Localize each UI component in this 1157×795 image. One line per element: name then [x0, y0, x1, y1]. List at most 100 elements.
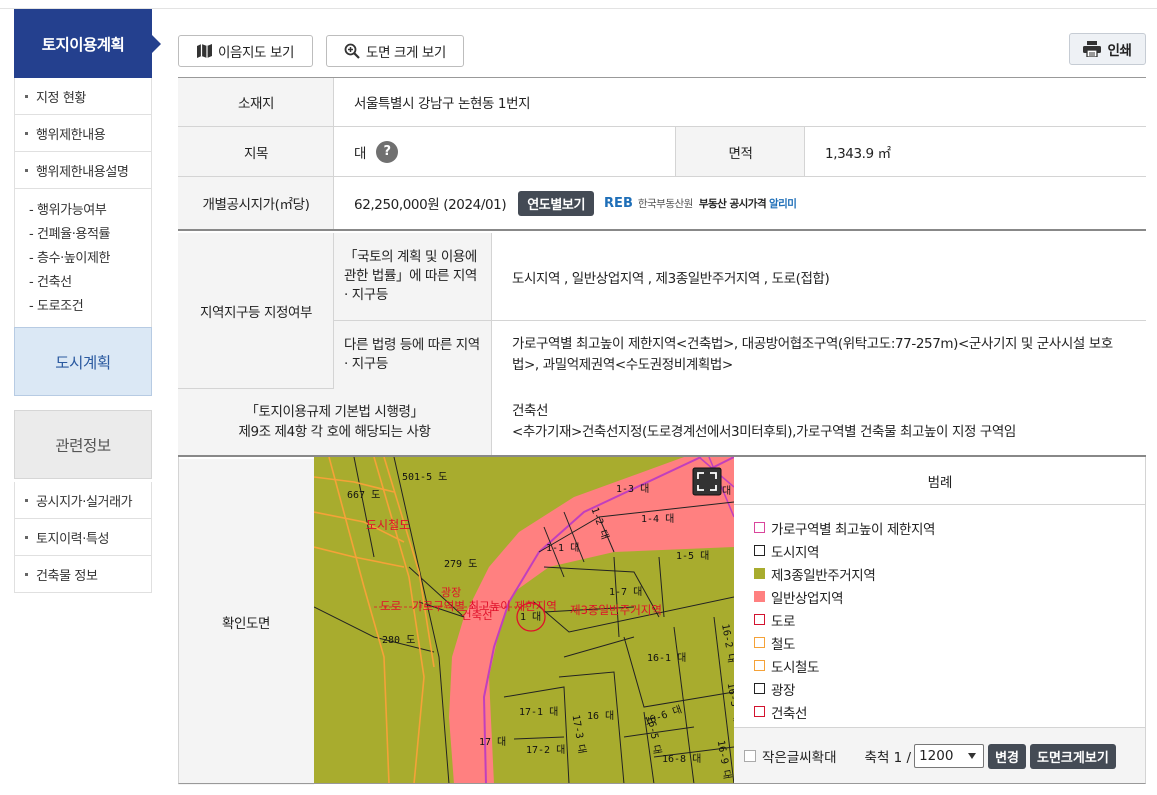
sidebar-item-label: 토지이력·특성 — [36, 528, 109, 547]
land-info-table: 소재지 서울특별시 강남구 논현동 1번지 지목 대 ? 면적 1,343.9 … — [178, 77, 1146, 78]
printer-icon — [1083, 41, 1101, 57]
scale-select[interactable]: 1200 — [914, 744, 984, 768]
map-view-button[interactable]: 이음지도 보기 — [178, 35, 313, 67]
legend-item-label: 도시지역 — [771, 541, 819, 561]
sidebar-urban-planning[interactable]: 도시계획 — [14, 327, 152, 396]
print-button[interactable]: 인쇄 — [1069, 33, 1146, 65]
submenu-item-road[interactable]: - 도로조건 — [29, 295, 151, 319]
location-value: 서울특별시 강남구 논현동 1번지 — [333, 78, 1146, 126]
regulation-header-line2: 제9조 제4항 각 호에 해당되는 사항 — [238, 422, 430, 442]
zone-header: 지역지구등 지정여부 — [178, 233, 334, 388]
regulation-value-line2: <추가기재>건축선지정(도로경계선에서3미터후퇴),가로구역별 건축물 최고높이… — [512, 422, 1016, 443]
legend-item: 가로구역별 최고높이 제한지역 — [754, 516, 1146, 539]
legend-item-label: 철도 — [771, 633, 795, 653]
jimok-header: 지목 — [178, 127, 334, 176]
map-label-dae: 대 — [722, 485, 731, 497]
location-header: 소재지 — [178, 78, 334, 126]
legend-list: 가로구역별 최고높이 제한지역도시지역제3종일반주거지역일반상업지역도로철도도시… — [734, 505, 1146, 723]
legend-swatch-icon — [754, 614, 765, 625]
zone-sub1-value: 도시지역 , 일반상업지역 , 제3종일반주거지역 , 도로(접합) — [491, 233, 1146, 321]
legend-swatch-icon — [754, 683, 765, 694]
sidebar-item-status[interactable]: 지정 현황 — [15, 78, 151, 115]
sidebar-title[interactable]: 토지이용계획 — [14, 9, 152, 78]
small-text-checkbox[interactable] — [744, 750, 756, 762]
reb-logo-link[interactable]: REB 한국부동산원 부동산 공시가격 알리미 — [604, 196, 796, 211]
map-label-1-1: 1-1 대 — [546, 542, 579, 554]
legend-item-label: 건축선 — [771, 702, 807, 722]
map-label-1-7: 1-7 대 — [609, 586, 642, 598]
sidebar-related-menu: 공시지가·실거래가 토지이력·특성 건축물 정보 — [14, 482, 152, 593]
submenu-item-building-line[interactable]: - 건축선 — [29, 271, 151, 295]
scale-label: 축척 1 / — [865, 746, 912, 766]
bullet-icon — [25, 169, 28, 172]
sidebar-item-land-price[interactable]: 공시지가·실거래가 — [15, 482, 151, 519]
small-text-label: 작은글씨확대 — [762, 746, 837, 766]
reb-name: 한국부동산원 — [638, 196, 693, 211]
legend-item-label: 제3종일반주거지역 — [771, 564, 875, 584]
help-icon[interactable]: ? — [376, 141, 398, 163]
view-large-map-button[interactable]: 도면크게보기 — [1030, 744, 1116, 769]
sidebar-menu: 지정 현황 행위제한내용 행위제한내용설명 — [14, 78, 152, 189]
cadastral-map[interactable]: 501-5 도 667 도 279 도 280 도 1-3 대 1-2 대 1-… — [314, 457, 734, 784]
submenu-item-height[interactable]: - 층수·높이제한 — [29, 247, 151, 271]
legend-item-label: 일반상업지역 — [771, 587, 843, 607]
price-header: 개별공시지가(㎡당) — [178, 177, 334, 229]
fullscreen-icon[interactable] — [693, 468, 721, 495]
legend-swatch-icon — [754, 637, 765, 648]
map-label-17-1: 17-1 대 — [519, 706, 558, 718]
scale-change-button[interactable]: 변경 — [988, 744, 1026, 769]
legend-swatch-icon — [754, 660, 765, 671]
reb-tail: 부동산 공시가격 — [699, 196, 766, 211]
legend-swatch-icon — [754, 522, 765, 533]
map-label-280: 280 도 — [382, 635, 415, 646]
bullet-icon — [25, 573, 28, 576]
price-value: 62,250,000원 (2024/01) — [354, 193, 506, 213]
map-label-1-5: 1-5 대 — [676, 550, 709, 562]
print-label: 인쇄 — [1107, 39, 1131, 59]
legend-item: 제3종일반주거지역 — [754, 562, 1146, 585]
zone-sub1-header: 「국토의 계획 및 이용에 관한 법률」에 따른 지역 · 지구등 — [333, 233, 491, 321]
cadastral-map-svg: 501-5 도 667 도 279 도 280 도 1-3 대 1-2 대 1-… — [314, 457, 734, 784]
zoom-map-label: 도면 크게 보기 — [366, 41, 446, 61]
top-divider — [0, 8, 1157, 9]
sidebar-item-building-info[interactable]: 건축물 정보 — [15, 556, 151, 593]
jimok-cell: 대 ? — [333, 127, 675, 176]
sidebar-item-label: 지정 현황 — [36, 87, 86, 106]
price-cell: 62,250,000원 (2024/01) 연도별보기 REB 한국부동산원 부… — [333, 177, 1146, 229]
regulation-value-line1: 건축선 — [512, 401, 548, 422]
scale-value: 1200 — [919, 748, 953, 764]
map-label: 확인도면 — [178, 459, 314, 785]
legend-item: 도시지역 — [754, 539, 1146, 562]
bullet-icon — [25, 536, 28, 539]
zoom-in-icon — [344, 43, 360, 59]
legend-item: 건축선 — [754, 700, 1146, 723]
map-label-road: 도로 — [380, 599, 401, 613]
yearly-view-button[interactable]: 연도별보기 — [518, 191, 594, 216]
table-row-zone: 지역지구등 지정여부 「국토의 계획 및 이용에 관한 법률」에 따른 지역 ·… — [178, 233, 1146, 389]
sidebar-title-text: 토지이용계획 — [42, 33, 125, 55]
zoom-map-button[interactable]: 도면 크게 보기 — [326, 35, 464, 67]
sidebar-item-restrictions[interactable]: 행위제한내용 — [15, 115, 151, 152]
legend-swatch-icon — [754, 568, 765, 579]
sidebar-item-label: 건축물 정보 — [36, 565, 98, 584]
zone-sub2-header: 다른 법령 등에 따른 지역 · 지구등 — [333, 321, 491, 389]
legend-item: 도시철도 — [754, 654, 1146, 677]
map-view-label: 이음지도 보기 — [218, 41, 294, 61]
submenu-item-permitted[interactable]: - 행위가능여부 — [29, 199, 151, 223]
sidebar-related-info[interactable]: 관련정보 — [14, 410, 152, 479]
sidebar-item-land-history[interactable]: 토지이력·특성 — [15, 519, 151, 556]
map-label-16-8: 16-8 대 — [662, 753, 701, 765]
map-label-17-2: 17-2 대 — [526, 744, 565, 756]
area-header: 면적 — [675, 127, 805, 176]
submenu-item-coverage[interactable]: - 건폐율·용적률 — [29, 223, 151, 247]
table-row-regulation: 「토지이용규제 기본법 시행령」 제9조 제4항 각 호에 해당되는 사항 건축… — [178, 389, 1146, 457]
regulation-header-line1: 「토지이용규제 기본법 시행령」 — [245, 402, 423, 422]
area-value: 1,343.9 ㎡ — [804, 127, 1146, 176]
map-label-16: 16 대 — [587, 710, 614, 722]
map-label-residential: 제3종일반주거지역 — [570, 603, 662, 617]
map-label-1-4: 1-4 대 — [641, 513, 674, 525]
map-icon — [197, 44, 212, 58]
sidebar-item-restriction-desc[interactable]: 행위제한내용설명 — [15, 152, 151, 189]
legend-swatch-icon — [754, 545, 765, 556]
legend-item-label: 광장 — [771, 679, 795, 699]
